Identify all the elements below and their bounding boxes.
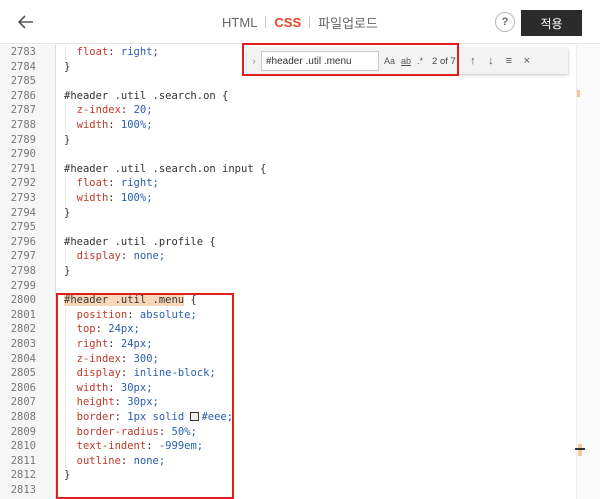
tab-file-upload[interactable]: 파일업로드: [312, 13, 384, 32]
line-number: 2792: [10, 177, 36, 190]
line-number-gutter: 2783 2784 2785 2786 2787 2788 2789 2790 2791 2792…: [0, 45, 56, 499]
line-number: 2809: [10, 425, 36, 438]
line-number: 2813: [10, 484, 36, 496]
apply-button[interactable]: 적용: [521, 10, 582, 36]
code-line[interactable]: }: [64, 206, 70, 221]
line-number: 2797: [10, 250, 36, 263]
scrollbar-match-marker: [577, 90, 580, 97]
line-number: 2811: [10, 454, 36, 467]
line-number: 2803: [10, 338, 36, 350]
line-number: 2793: [10, 192, 36, 204]
code-line[interactable]: float: right;: [64, 45, 159, 60]
line-number: 2794: [10, 206, 36, 219]
close-icon[interactable]: ×: [518, 55, 536, 67]
lines-icon[interactable]: ≡: [500, 55, 518, 67]
line-number: 2808: [10, 411, 36, 423]
code-line[interactable]: }: [64, 264, 70, 279]
indent-guide: [65, 249, 66, 264]
line-number: 2801: [10, 308, 36, 321]
tab-divider: [309, 16, 311, 28]
vertical-scrollbar[interactable]: [576, 45, 600, 499]
line-number: 2788: [10, 119, 36, 131]
code-line[interactable]: float: right;: [64, 176, 159, 191]
indent-guide: [65, 45, 66, 60]
line-number: 2791: [10, 162, 36, 175]
indent-guide: [65, 176, 66, 206]
line-number: 2795: [10, 221, 36, 234]
help-button[interactable]: ?: [495, 12, 515, 32]
line-number: 2807: [10, 396, 36, 409]
tab-html[interactable]: HTML: [216, 15, 263, 30]
tab-divider: [265, 16, 267, 28]
line-number: 2812: [10, 469, 36, 482]
line-number: 2789: [10, 133, 36, 146]
line-number: 2806: [10, 381, 36, 394]
annotation-box-rule: [56, 293, 234, 499]
code-line[interactable]: width: 100%;: [64, 191, 153, 206]
line-number: 2798: [10, 265, 36, 277]
line-number: 2785: [10, 75, 36, 88]
code-line[interactable]: #header .util .search.on input {: [64, 162, 266, 177]
line-number: 2804: [10, 352, 36, 365]
line-number: 2787: [10, 104, 36, 117]
scrollbar-cursor-marker: [575, 448, 585, 450]
top-bar: HTML CSS 파일업로드 ? 적용: [0, 0, 600, 44]
annotation-box-find: [242, 43, 459, 76]
code-line[interactable]: #header .util .search.on {: [64, 89, 228, 104]
line-number: 2786: [10, 89, 36, 102]
indent-guide: [65, 103, 66, 133]
line-number: 2802: [10, 323, 36, 336]
scrollbar-match-marker: [578, 444, 582, 456]
line-number: 2800: [10, 294, 36, 307]
code-line[interactable]: }: [64, 60, 70, 75]
arrow-down-icon[interactable]: ↓: [482, 55, 500, 67]
line-number: 2810: [10, 440, 36, 453]
line-number: 2805: [10, 367, 36, 380]
code-line[interactable]: }: [64, 133, 70, 148]
line-number: 2783: [10, 46, 36, 58]
line-number: 2790: [10, 148, 36, 161]
code-line[interactable]: z-index: 20;: [64, 103, 153, 118]
code-line[interactable]: width: 100%;: [64, 118, 153, 133]
line-number: 2796: [10, 235, 36, 248]
line-number: 2799: [10, 279, 36, 292]
line-number: 2784: [10, 60, 36, 73]
code-line[interactable]: display: none;: [64, 249, 166, 264]
code-line[interactable]: #header .util .profile {: [64, 235, 216, 250]
arrow-up-icon[interactable]: ↑: [464, 55, 482, 67]
tab-css[interactable]: CSS: [268, 15, 307, 30]
